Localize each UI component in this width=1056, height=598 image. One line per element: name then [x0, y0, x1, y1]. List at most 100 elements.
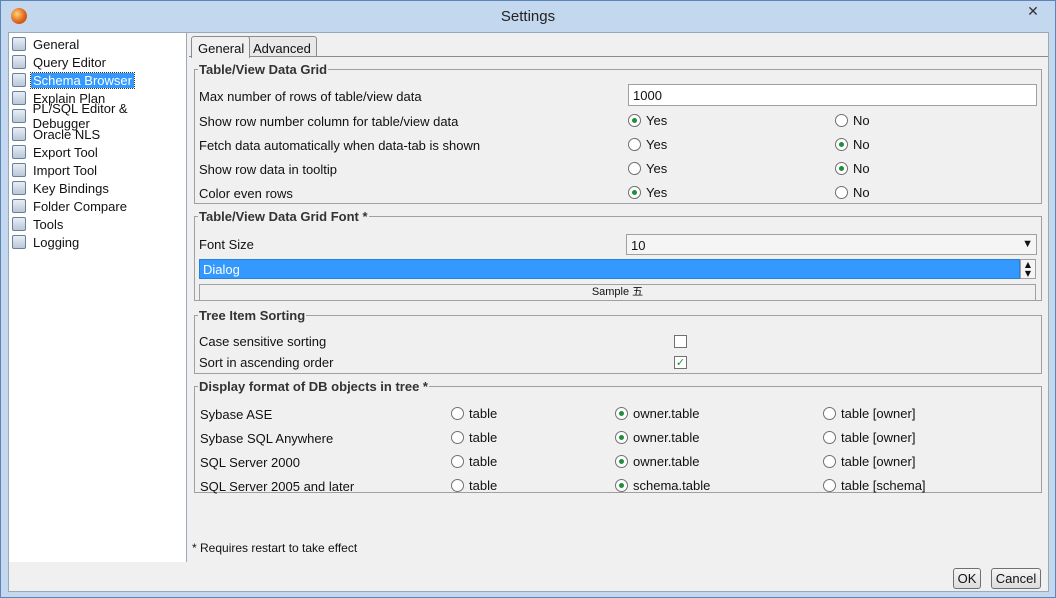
settings-window: Settings ✕ General Query Editor Schema B…	[0, 0, 1056, 598]
font-size-select[interactable]: 10 ▼	[626, 234, 1037, 255]
show-rownum-yes-radio[interactable]: Yes	[628, 113, 667, 128]
pencil-icon	[12, 235, 26, 249]
grid-icon	[12, 55, 26, 69]
max-rows-label: Max number of rows of table/view data	[199, 89, 422, 104]
radio-dot	[835, 114, 848, 127]
color-even-yes-radio[interactable]: Yes	[628, 185, 667, 200]
sqlserver2005-schema-table-radio[interactable]: schema.table	[615, 478, 710, 493]
radio-dot	[451, 431, 464, 444]
row-label: Show row number column for table/view da…	[199, 114, 459, 129]
color-even-no-radio[interactable]: No	[835, 185, 870, 200]
show-rownum-no-radio[interactable]: No	[835, 113, 870, 128]
sqlserver2005-table-schema-radio[interactable]: table [schema]	[823, 478, 926, 493]
sqlserver2000-table-owner-radio[interactable]: table [owner]	[823, 454, 915, 469]
group-title: Display format of DB objects in tree *	[199, 379, 428, 394]
sybase-ase-table-owner-radio[interactable]: table [owner]	[823, 406, 915, 421]
tooltip-no-radio[interactable]: No	[835, 161, 870, 176]
sidebar-item-plsql-editor[interactable]: PL/SQL Editor & Debugger	[12, 101, 186, 131]
radio-dot	[823, 431, 836, 444]
radio-dot	[628, 186, 641, 199]
sidebar-item-logging[interactable]: Logging	[12, 233, 81, 251]
sybase-ase-table-radio[interactable]: table	[451, 406, 497, 421]
fetch-auto-no-radio[interactable]: No	[835, 137, 870, 152]
tooltip-yes-radio[interactable]: Yes	[628, 161, 667, 176]
font-sample: Sample 五	[199, 284, 1036, 301]
radio-dot	[451, 455, 464, 468]
sybase-sqla-table-owner-radio[interactable]: table [owner]	[823, 430, 915, 445]
display-format-group: Display format of DB objects in tree * S…	[194, 379, 1042, 494]
export-icon	[12, 145, 26, 159]
row-label: Fetch data automatically when data-tab i…	[199, 138, 481, 153]
sidebar-item-tools[interactable]: Tools	[12, 215, 65, 233]
sqlserver2000-owner-table-radio[interactable]: owner.table	[615, 454, 700, 469]
max-rows-input[interactable]: 1000	[628, 84, 1037, 106]
keyboard-icon	[12, 181, 26, 195]
close-button[interactable]: ✕	[1018, 2, 1048, 22]
radio-dot	[628, 114, 641, 127]
group-title: Table/View Data Grid	[199, 62, 328, 77]
radio-dot	[823, 455, 836, 468]
globe-icon	[12, 127, 26, 141]
checkmark-icon: ✓	[675, 356, 686, 369]
font-family-list[interactable]: Dialog	[199, 259, 1020, 279]
chevron-down-icon: ▼	[1022, 238, 1033, 250]
font-size-label: Font Size	[199, 237, 254, 252]
group-title: Table/View Data Grid Font *	[199, 209, 368, 224]
sqlserver2000-table-radio[interactable]: table	[451, 454, 497, 469]
radio-dot	[615, 431, 628, 444]
radio-dot	[823, 479, 836, 492]
globe-icon	[12, 217, 26, 231]
tab-advanced[interactable]: Advanced	[246, 36, 317, 57]
sqlserver2005-table-radio[interactable]: table	[451, 478, 497, 493]
radio-dot	[615, 407, 628, 420]
radio-dot	[835, 138, 848, 151]
group-title: Tree Item Sorting	[199, 308, 306, 323]
sybase-sqla-table-radio[interactable]: table	[451, 430, 497, 445]
sidebar-item-query-editor[interactable]: Query Editor	[12, 53, 108, 71]
db-label: SQL Server 2005 and later	[200, 479, 355, 494]
ascending-checkbox[interactable]: ✓	[674, 356, 687, 369]
db-label: SQL Server 2000	[200, 455, 300, 470]
sidebar-item-key-bindings[interactable]: Key Bindings	[12, 179, 111, 197]
cancel-button[interactable]: Cancel	[991, 568, 1041, 589]
sybase-sqla-owner-table-radio[interactable]: owner.table	[615, 430, 700, 445]
dialog-body: General Query Editor Schema Browser Expl…	[8, 32, 1049, 592]
sidebar-item-export-tool[interactable]: Export Tool	[12, 143, 100, 161]
radio-dot	[835, 186, 848, 199]
chevron-down-icon: ▼	[1024, 269, 1032, 278]
debugger-icon	[12, 109, 26, 123]
sidebar-item-general[interactable]: General	[12, 35, 81, 53]
tab-content-general: Table/View Data Grid Max number of rows …	[189, 56, 1048, 561]
font-family-spinner[interactable]: ▲ ▼	[1020, 259, 1036, 279]
sidebar-item-oracle-nls[interactable]: Oracle NLS	[12, 125, 102, 143]
font-group: Table/View Data Grid Font * Font Size 10…	[194, 209, 1042, 301]
sybase-ase-owner-table-radio[interactable]: owner.table	[615, 406, 700, 421]
fetch-auto-yes-radio[interactable]: Yes	[628, 137, 667, 152]
folder-icon	[12, 199, 26, 213]
db-label: Sybase ASE	[200, 407, 273, 422]
radio-dot	[835, 162, 848, 175]
chevron-up-icon: ▲	[1024, 260, 1032, 269]
import-icon	[12, 163, 26, 177]
sidebar-item-folder-compare[interactable]: Folder Compare	[12, 197, 129, 215]
title-bar: Settings ✕	[1, 1, 1055, 32]
data-grid-group: Table/View Data Grid Max number of rows …	[194, 62, 1042, 204]
tree-icon	[12, 73, 26, 87]
radio-dot	[628, 162, 641, 175]
sorting-group: Tree Item Sorting Case sensitive sorting…	[194, 308, 1042, 374]
db-label: Sybase SQL Anywhere	[200, 431, 334, 446]
restart-footnote: * Requires restart to take effect	[192, 541, 358, 555]
radio-dot	[615, 479, 628, 492]
case-sensitive-checkbox[interactable]	[674, 335, 687, 348]
sidebar-item-import-tool[interactable]: Import Tool	[12, 161, 99, 179]
sidebar-item-schema-browser[interactable]: Schema Browser	[12, 71, 135, 89]
window-title: Settings	[500, 8, 556, 25]
bug-icon	[12, 91, 26, 105]
ascending-label: Sort in ascending order	[199, 355, 334, 370]
row-label: Color even rows	[199, 186, 293, 201]
radio-dot	[451, 479, 464, 492]
radio-dot	[823, 407, 836, 420]
tab-general[interactable]: General	[191, 36, 251, 58]
settings-category-tree: General Query Editor Schema Browser Expl…	[9, 33, 187, 562]
ok-button[interactable]: OK	[953, 568, 981, 589]
